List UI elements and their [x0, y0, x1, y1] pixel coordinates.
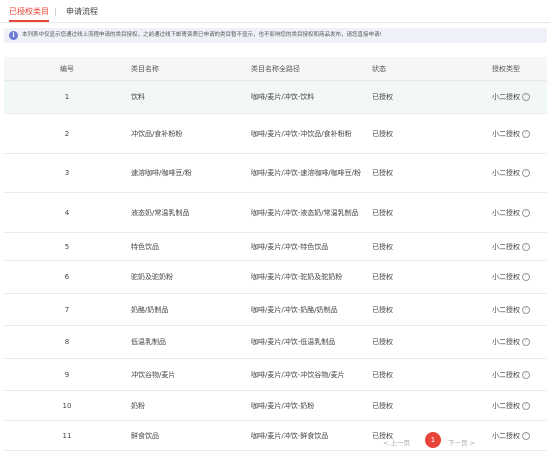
notice-banner: i 本列表中仅显示您通过线上流程申请的类目授权，之前通过线下邮寄资质已申请的类目…: [4, 28, 547, 43]
row-category-name: 奶粉: [131, 401, 145, 410]
table-row: 6 驼奶及驼奶粉 咖啡/麦片/冲饮-驼奶及驼奶粉 已授权 小二授权?: [4, 261, 547, 294]
row-category-name: 饮料: [131, 93, 145, 101]
row-number: 2: [64, 129, 70, 138]
auth-type-label: 小二授权: [492, 242, 520, 251]
row-category-name: 奶酪/奶制品: [131, 305, 169, 314]
row-number: 10: [62, 401, 72, 410]
row-status: 已授权: [372, 401, 393, 410]
table-row: 1 饮料 咖啡/麦片/冲饮-饮料 已授权 小二授权?: [4, 81, 547, 114]
row-category-path: 咖啡/麦片/冲饮-速溶咖啡/咖啡豆/粉: [251, 169, 361, 177]
column-header-status: 状态: [372, 64, 386, 73]
row-auth-type: 小二授权?: [492, 294, 548, 325]
table-row: 3 速溶咖啡/咖啡豆/粉 咖啡/麦片/冲饮-速溶咖啡/咖啡豆/粉 已授权 小二授权?: [4, 154, 547, 193]
row-category-path: 咖啡/麦片/冲饮-低温乳制品: [251, 338, 336, 346]
row-category-name: 特色饮品: [131, 242, 159, 251]
tab-authorized-categories[interactable]: 已授权类目: [9, 6, 49, 18]
question-circle-icon[interactable]: ?: [522, 93, 530, 101]
row-category-name: 液态奶/常温乳制品: [131, 208, 190, 217]
column-header-auth-type: 授权类型: [492, 64, 520, 73]
question-circle-icon[interactable]: ?: [522, 169, 530, 177]
question-circle-icon[interactable]: ?: [522, 370, 530, 379]
row-status: 已授权: [372, 208, 393, 217]
row-category-path: 咖啡/麦片/冲饮-驼奶及驼奶粉: [251, 273, 343, 281]
row-auth-type: 小二授权?: [492, 233, 548, 260]
row-status: 已授权: [372, 169, 393, 177]
row-category-path: 咖啡/麦片/冲饮-奶粉: [251, 401, 315, 410]
row-number: 5: [64, 242, 70, 251]
question-circle-icon[interactable]: ?: [522, 338, 530, 346]
row-status: 已授权: [372, 338, 393, 346]
row-auth-type: 小二授权?: [492, 114, 548, 153]
auth-type-label: 小二授权: [492, 169, 520, 177]
row-auth-type: 小二授权?: [492, 154, 548, 192]
auth-type-label: 小二授权: [492, 305, 520, 314]
auth-type-label: 小二授权: [492, 129, 520, 138]
table-row: 4 液态奶/常温乳制品 咖啡/麦片/冲饮-液态奶/常温乳制品 已授权 小二授权?: [4, 193, 547, 233]
row-number: 1: [64, 93, 70, 101]
table-row: 9 冲饮谷物/麦片 咖啡/麦片/冲饮-冲饮谷物/麦片 已授权 小二授权?: [4, 359, 547, 391]
row-category-name: 速溶咖啡/咖啡豆/粉: [131, 169, 192, 177]
row-category-path: 咖啡/麦片/冲饮-奶酪/奶制品: [251, 305, 338, 314]
row-category-name: 冲饮谷物/麦片: [131, 370, 176, 379]
row-category-path: 咖啡/麦片/冲饮-冲饮谷物/麦片: [251, 370, 345, 379]
table-row: 5 特色饮品 咖啡/麦片/冲饮-特色饮品 已授权 小二授权?: [4, 233, 547, 261]
question-circle-icon[interactable]: ?: [522, 242, 530, 251]
row-status: 已授权: [372, 93, 393, 101]
row-number: 9: [64, 370, 70, 379]
auth-type-label: 小二授权: [492, 370, 520, 379]
row-auth-type: 小二授权?: [492, 359, 548, 390]
prev-page-button[interactable]: < 上一页: [383, 437, 410, 447]
question-circle-icon[interactable]: ?: [522, 401, 530, 410]
row-category-name: 低温乳制品: [131, 338, 166, 346]
info-icon: i: [9, 31, 18, 40]
row-auth-type: 小二授权?: [492, 326, 548, 358]
auth-type-label: 小二授权: [492, 338, 520, 346]
row-number: 7: [64, 305, 70, 314]
current-page-button[interactable]: 1: [425, 432, 441, 448]
row-category-path: 咖啡/麦片/冲饮-冲饮品/食补粉粉: [251, 129, 352, 138]
tab-application-process[interactable]: 申请流程: [66, 6, 98, 18]
question-circle-icon[interactable]: ?: [522, 305, 530, 314]
auth-type-label: 小二授权: [492, 273, 520, 281]
table-row: 10 奶粉 咖啡/麦片/冲饮-奶粉 已授权 小二授权?: [4, 391, 547, 421]
row-auth-type: 小二授权?: [492, 391, 548, 420]
column-header-full-path: 类目名称全路径: [251, 64, 300, 73]
next-page-button[interactable]: 下一页 >: [448, 437, 475, 447]
row-category-path: 咖啡/麦片/冲饮-饮料: [251, 93, 315, 101]
pagination: < 上一页 1 下一页 >: [0, 432, 550, 448]
column-header-number: 编号: [60, 64, 74, 73]
tab-bar: 已授权类目 | 申请流程: [0, 0, 550, 25]
table-header: 编号 类目名称 类目名称全路径 状态 授权类型: [4, 57, 547, 81]
row-status: 已授权: [372, 242, 393, 251]
table-row: 8 低温乳制品 咖啡/麦片/冲饮-低温乳制品 已授权 小二授权?: [4, 326, 547, 359]
column-header-category-name: 类目名称: [131, 64, 159, 73]
row-category-path: 咖啡/麦片/冲饮-液态奶/常温乳制品: [251, 208, 359, 217]
row-number: 6: [64, 273, 70, 281]
auth-type-label: 小二授权: [492, 93, 520, 101]
auth-type-label: 小二授权: [492, 401, 520, 410]
row-number: 4: [64, 208, 70, 217]
notice-text: 本列表中仅显示您通过线上流程申请的类目授权，之前通过线下邮寄资质已申请的类目暂不…: [22, 32, 382, 38]
auth-type-label: 小二授权: [492, 208, 520, 217]
category-table: 编号 类目名称 类目名称全路径 状态 授权类型 1 饮料 咖啡/麦片/冲饮-饮料 已授…: [4, 57, 547, 451]
row-auth-type: 小二授权?: [492, 261, 548, 293]
row-status: 已授权: [372, 370, 393, 379]
table-row: 2 冲饮品/食补粉粉 咖啡/麦片/冲饮-冲饮品/食补粉粉 已授权 小二授权?: [4, 114, 547, 154]
row-status: 已授权: [372, 305, 393, 314]
row-number: 3: [64, 169, 70, 177]
row-status: 已授权: [372, 129, 393, 138]
question-circle-icon[interactable]: ?: [522, 208, 530, 217]
tab-separator: |: [54, 7, 57, 16]
question-circle-icon[interactable]: ?: [522, 129, 530, 138]
row-auth-type: 小二授权?: [492, 81, 548, 113]
row-number: 8: [64, 338, 70, 346]
row-category-name: 驼奶及驼奶粉: [131, 273, 173, 281]
question-circle-icon[interactable]: ?: [522, 273, 530, 281]
row-category-path: 咖啡/麦片/冲饮-特色饮品: [251, 242, 329, 251]
row-status: 已授权: [372, 273, 393, 281]
row-category-name: 冲饮品/食补粉粉: [131, 129, 183, 138]
row-auth-type: 小二授权?: [492, 193, 548, 232]
tab-divider: [0, 22, 550, 23]
table-row: 7 奶酪/奶制品 咖啡/麦片/冲饮-奶酪/奶制品 已授权 小二授权?: [4, 294, 547, 326]
